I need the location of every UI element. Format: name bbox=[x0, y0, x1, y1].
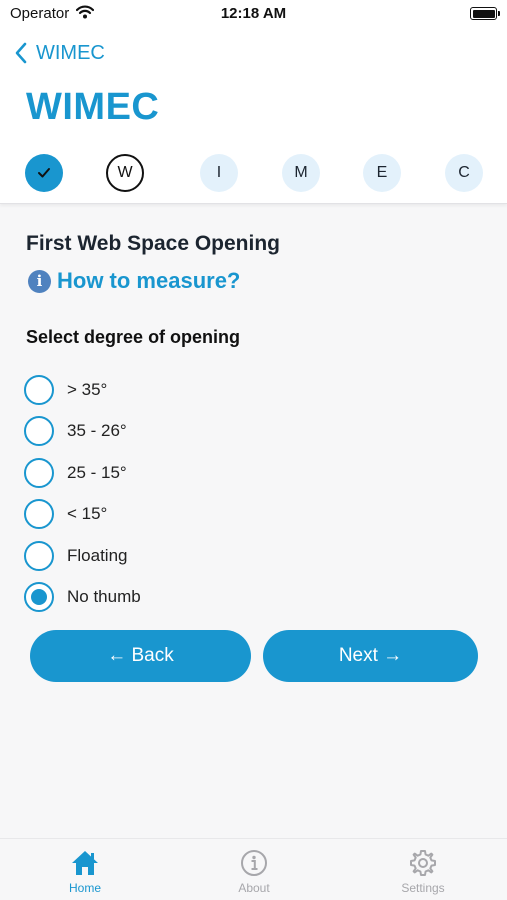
back-nav-label: WIMEC bbox=[36, 41, 105, 64]
tab-home-label: Home bbox=[68, 881, 101, 895]
tab-bar: Home About Settings bbox=[0, 838, 507, 900]
question-label: Select degree of opening bbox=[26, 327, 241, 347]
house-icon bbox=[70, 847, 100, 879]
option-label: 35 - 26° bbox=[67, 421, 127, 440]
option-label: < 15° bbox=[67, 504, 108, 523]
page-title: WIMEC bbox=[26, 86, 160, 128]
battery-icon bbox=[470, 7, 500, 20]
tab-settings-label: Settings bbox=[401, 881, 445, 895]
option-label: 25 - 15° bbox=[67, 463, 127, 482]
tab-about-label: About bbox=[238, 881, 270, 895]
tab-home[interactable]: Home bbox=[40, 847, 130, 899]
back-button[interactable]: ← Back bbox=[30, 630, 251, 682]
radio-button[interactable] bbox=[24, 541, 54, 571]
option-25-15[interactable]: 25 - 15° bbox=[24, 457, 324, 489]
navigation-header: WIMEC WIMEC bbox=[0, 30, 507, 142]
back-nav-button[interactable]: WIMEC bbox=[14, 40, 105, 66]
option-under-15[interactable]: < 15° bbox=[24, 498, 324, 530]
radio-button[interactable] bbox=[24, 458, 54, 488]
step-done[interactable] bbox=[25, 154, 63, 192]
how-to-measure-link[interactable]: i How to measure? bbox=[28, 268, 240, 294]
checkmark-icon bbox=[38, 168, 50, 178]
step-c[interactable]: C bbox=[445, 154, 483, 192]
step-w[interactable]: W bbox=[106, 154, 144, 192]
status-bar: Operator 12:18 AM bbox=[0, 0, 507, 30]
section-title: First Web Space Opening bbox=[26, 232, 280, 255]
option-label: No thumb bbox=[67, 587, 141, 606]
gear-icon bbox=[408, 847, 438, 879]
step-i[interactable]: I bbox=[200, 154, 238, 192]
option-35-26[interactable]: 35 - 26° bbox=[24, 415, 324, 447]
step-m[interactable]: M bbox=[282, 154, 320, 192]
step-e[interactable]: E bbox=[363, 154, 401, 192]
tab-about[interactable]: About bbox=[209, 847, 299, 899]
option-label: Floating bbox=[67, 546, 128, 565]
info-icon: i bbox=[28, 269, 51, 293]
radio-button-selected[interactable] bbox=[24, 582, 54, 612]
chevron-left-icon bbox=[15, 42, 27, 64]
next-button[interactable]: Next → bbox=[263, 630, 478, 682]
option-no-thumb[interactable]: No thumb bbox=[24, 581, 324, 613]
info-icon bbox=[240, 847, 268, 879]
status-time: 12:18 AM bbox=[220, 5, 287, 22]
radio-button[interactable] bbox=[24, 375, 54, 405]
radio-button[interactable] bbox=[24, 416, 54, 446]
option-floating[interactable]: Floating bbox=[24, 540, 324, 572]
tab-settings[interactable]: Settings bbox=[378, 847, 468, 899]
how-to-measure-label: How to measure? bbox=[57, 268, 241, 293]
radio-button[interactable] bbox=[24, 499, 54, 529]
option-label: > 35° bbox=[67, 380, 108, 399]
progress-stepper: W I M E C bbox=[0, 142, 507, 204]
option-over-35[interactable]: > 35° bbox=[24, 374, 324, 406]
